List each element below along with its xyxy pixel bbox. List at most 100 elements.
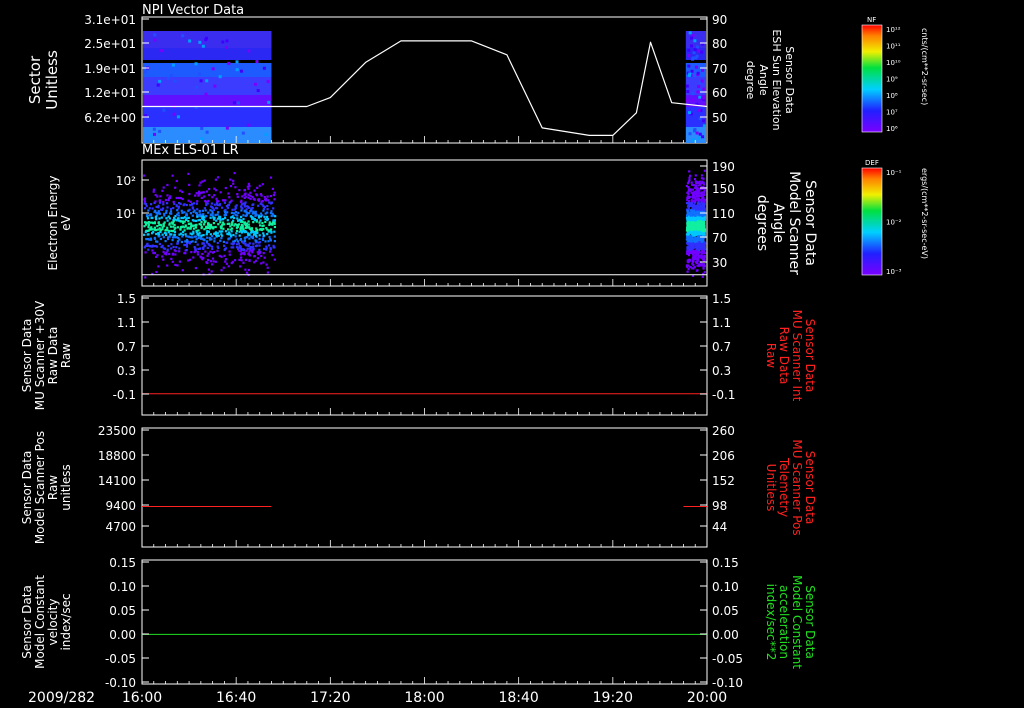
heatmap-cell (258, 237, 261, 241)
heatmap-cell (697, 223, 700, 226)
heatmap-cell (196, 253, 199, 256)
heatmap-cell (260, 194, 263, 197)
heatmap-cell (224, 210, 227, 213)
heatmap-cell (233, 208, 236, 211)
heatmap-cell (221, 206, 224, 209)
heatmap-cell (211, 206, 214, 210)
heatmap-cell (688, 72, 692, 76)
heatmap-cell (254, 259, 258, 262)
y-axis-label: Raw (59, 343, 73, 368)
heatmap-cell (232, 233, 235, 237)
heatmap-cell (256, 257, 259, 260)
heatmap-cell (258, 221, 261, 224)
heatmap-cell (152, 190, 155, 193)
heatmap-cell (226, 206, 229, 209)
heatmap-cell (256, 244, 259, 247)
heatmap-cell (224, 216, 227, 219)
heatmap-cell (272, 194, 275, 197)
heatmap-cell (159, 195, 162, 198)
heatmap-cell (698, 233, 701, 236)
right-y-tick-label: 0.05 (712, 604, 739, 618)
colorbar-swatch (861, 167, 883, 276)
heatmap-cell (202, 247, 205, 250)
heatmap-cell (223, 201, 226, 204)
heatmap-cell (216, 241, 219, 245)
heatmap-cell (150, 216, 153, 220)
heatmap-cell (697, 85, 701, 89)
heatmap-cell (162, 108, 166, 112)
heatmap-cell (149, 237, 152, 240)
heatmap-cell (686, 236, 689, 239)
heatmap-cell (237, 211, 240, 214)
heatmap-cell (221, 230, 224, 233)
x-axis: 2009/282 16:00 16:40 17:20 18:00 18:40 19:20 2… (28, 690, 727, 706)
heatmap-cell (236, 217, 239, 220)
right-y-axis-label: index/sec**2 (764, 584, 778, 661)
heatmap-cell (166, 236, 170, 239)
heatmap-cell (169, 74, 173, 78)
heatmap-cell (143, 198, 146, 201)
y-tick-label: 14100 (98, 474, 136, 488)
heatmap-cell (264, 240, 267, 243)
heatmap-cell (234, 259, 237, 262)
heatmap-cell (258, 234, 261, 237)
heatmap-cell (247, 193, 250, 196)
heatmap-cell (239, 69, 243, 73)
heatmap-cell (169, 210, 173, 213)
heatmap-cell (196, 215, 199, 218)
heatmap-cell (696, 90, 700, 94)
heatmap-cell (143, 127, 272, 143)
heatmap-cell (687, 227, 690, 230)
right-y-tick-label: 70 (712, 62, 727, 76)
heatmap-cell (236, 240, 239, 243)
right-y-axis-label: Sensor Data (783, 46, 796, 113)
heatmap-cell (221, 223, 224, 226)
heatmap-cell (271, 187, 274, 190)
y-axis-label: Unitless (43, 50, 61, 110)
heatmap-cell (239, 253, 242, 256)
heatmap-cell (702, 119, 706, 123)
heatmap-cell (690, 226, 693, 229)
heatmap-cell (686, 252, 689, 255)
heatmap-cell (193, 219, 196, 222)
heatmap-cell (155, 270, 158, 274)
heatmap-cell (175, 204, 178, 207)
heatmap-cell (214, 178, 217, 181)
heatmap-cell (170, 247, 173, 250)
right-y-axis-label: ESH Sun Elevation (770, 29, 783, 130)
heatmap-cell (157, 265, 160, 268)
heatmap-cell (177, 219, 180, 222)
heatmap-cell (697, 228, 700, 231)
heatmap-cell (147, 209, 150, 212)
y-axis-label: velocity (46, 599, 60, 646)
heatmap-cell (703, 199, 706, 202)
heatmap-cell (226, 219, 229, 222)
heatmap-cell (143, 174, 146, 177)
heatmap-cell (255, 60, 259, 64)
colorbar-tick-label: 10⁻³ (886, 268, 902, 276)
heatmap-cell (695, 257, 698, 260)
heatmap-cell (700, 50, 704, 54)
heatmap-cell (239, 227, 242, 230)
heatmap-cell (247, 187, 250, 190)
heatmap-cell (268, 235, 271, 239)
heatmap-cell (153, 252, 156, 255)
heatmap-cell (187, 209, 190, 212)
heatmap-cell (237, 223, 240, 226)
heatmap-cell (266, 204, 269, 208)
heatmap-cell (264, 132, 268, 136)
heatmap-cell (696, 192, 699, 195)
heatmap-cell (169, 207, 173, 211)
heatmap-cell (180, 240, 183, 244)
heatmap-cell (171, 174, 174, 177)
heatmap-cell (689, 204, 692, 208)
y-tick-label: 3.1e+01 (84, 13, 136, 27)
heatmap-cell (243, 248, 246, 251)
heatmap-cell (263, 247, 266, 251)
right-y-tick-label: 50 (712, 111, 727, 125)
heatmap-cell (214, 225, 217, 229)
heatmap-cell (156, 228, 159, 231)
heatmap-cell (694, 243, 697, 246)
heatmap-cell (189, 204, 192, 207)
heatmap-cell (690, 251, 693, 254)
